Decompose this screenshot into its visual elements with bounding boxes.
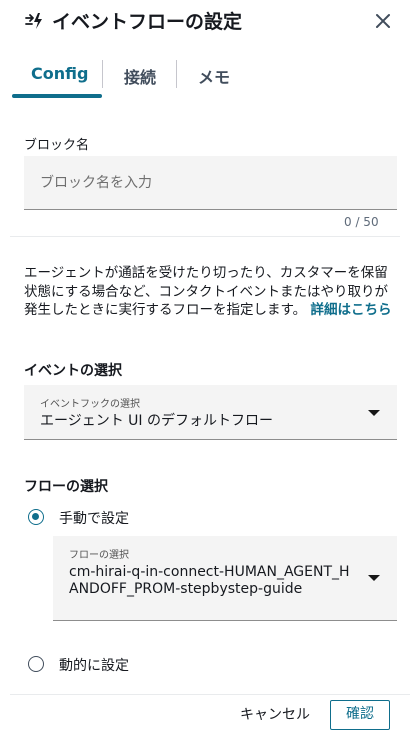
flow-selection-heading: フローの選択 [24, 479, 108, 495]
flow-select[interactable]: フローの選択 cm-hirai-q-in-connect-HUMAN_AGENT… [53, 536, 397, 621]
event-selection-heading: イベントの選択 [24, 363, 122, 379]
tab-bar: Config 接続 メモ [0, 52, 420, 98]
footer-divider [10, 694, 410, 695]
flow-select-label: フローの選択 [69, 550, 129, 561]
description-text: エージェントが通話を受けたり切ったり、カスタマーを保留状態にする場合など、コンタ… [24, 264, 396, 320]
tab-connections[interactable]: 接続 [124, 64, 156, 88]
manual-radio-label[interactable]: 手動で設定 [59, 508, 129, 528]
tab-divider [176, 60, 177, 88]
divider [10, 236, 400, 237]
block-name-field[interactable] [24, 156, 397, 210]
block-name-input[interactable] [24, 156, 397, 209]
tab-memo[interactable]: メモ [198, 64, 230, 88]
flow-select-value: cm-hirai-q-in-connect-HUMAN_AGENT_HANDOF… [69, 564, 350, 597]
panel-title: イベントフローの設定 [52, 11, 243, 33]
panel-header: イベントフローの設定 [0, 0, 420, 44]
learn-more-link[interactable]: 詳細はこちら [310, 302, 391, 318]
event-hook-select[interactable]: イベントフックの選択 エージェント UI のデフォルトフロー [24, 385, 397, 440]
event-hook-select-value: エージェント UI のデフォルトフロー [40, 413, 273, 429]
tab-divider [102, 60, 103, 88]
event-hook-select-label: イベントフックの選択 [40, 399, 140, 410]
char-counter: 0 / 50 [344, 215, 379, 229]
close-icon[interactable] [372, 10, 394, 32]
chevron-down-icon [368, 410, 380, 416]
dynamic-radio[interactable] [28, 656, 44, 672]
confirm-button[interactable]: 確認 [330, 700, 390, 730]
manual-radio[interactable] [28, 509, 44, 525]
dynamic-radio-label[interactable]: 動的に設定 [59, 655, 129, 675]
block-name-label: ブロック名 [24, 138, 90, 153]
event-flow-icon [25, 13, 42, 29]
tab-config[interactable]: Config [31, 64, 88, 83]
active-tab-indicator [12, 94, 102, 98]
chevron-down-icon [368, 575, 380, 581]
cancel-button[interactable]: キャンセル [232, 702, 318, 728]
